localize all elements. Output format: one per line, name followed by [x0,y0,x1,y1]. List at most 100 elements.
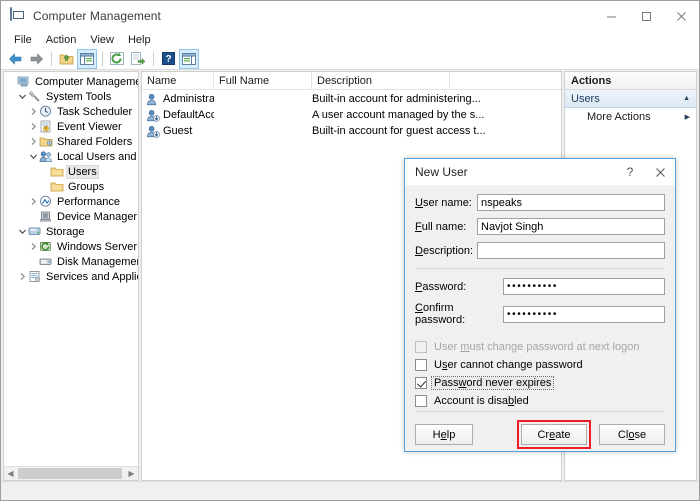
chevron-down-icon[interactable] [17,227,28,236]
scroll-left-arrow-icon[interactable]: ◀ [4,467,17,480]
dialog-close-icon[interactable] [645,159,675,185]
folder-icon [50,180,64,193]
chevron-right-icon[interactable] [28,242,39,251]
chevron-right-icon[interactable] [28,107,39,116]
checkbox-box[interactable] [415,359,427,371]
tree-item-label: Performance [56,196,121,208]
help-question-button[interactable]: ? [158,49,178,69]
tree-item-label: Groups [67,181,105,193]
tree-item-local-users-and-groups[interactable]: Local Users and Groups [4,149,138,164]
maximize-button[interactable] [629,1,664,31]
field-row-full-name: Full name: Navjot Singh [415,218,665,235]
table-row[interactable]: DefaultAcco...A user account managed by … [142,107,561,123]
chevron-up-icon[interactable]: ▲ [683,95,690,102]
tree-item-shared-folders[interactable]: Shared Folders [4,134,138,149]
close-button[interactable] [664,1,699,31]
tree-item-label: Event Viewer [56,121,123,133]
full-name-value: Navjot Singh [481,221,543,233]
console-tree[interactable]: Computer Management (LocalSystem ToolsTa… [4,72,138,466]
column-header-blank[interactable] [450,72,561,89]
confirm-password-input[interactable]: •••••••••• [503,306,665,323]
dialog-help-icon[interactable]: ? [615,159,645,185]
close-button[interactable]: Close [599,424,665,445]
scrollbar-thumb[interactable] [18,468,122,479]
tree-item-label: Device Manager [56,211,138,223]
checkbox-box[interactable] [415,377,427,389]
cell-description: Built-in account for guest access t... [312,125,490,137]
column-header-name[interactable]: Name [142,72,214,89]
menu-view[interactable]: View [83,33,121,47]
svg-text:?: ? [165,54,171,65]
tree-item-computer-management-local[interactable]: Computer Management (Local [4,74,138,89]
new-user-dialog: New User ? User name: nspeaks Full name:… [404,158,676,452]
checkbox-label: User cannot change password [432,359,585,371]
create-button-highlight: Create [517,420,591,449]
menu-help[interactable]: Help [121,33,158,47]
chevron-right-icon[interactable] [28,122,39,131]
up-one-level-button[interactable] [56,49,76,69]
help-button[interactable]: Help [415,424,473,445]
tree-item-storage[interactable]: Storage [4,224,138,239]
show-hide-console-tree-button[interactable] [77,49,97,69]
column-header-description[interactable]: Description [312,72,450,89]
description-input[interactable] [477,242,665,259]
refresh-button[interactable] [107,49,127,69]
dialog-title-bar: New User ? [405,159,675,185]
show-hide-action-pane-button[interactable] [179,49,199,69]
checkbox-password-never-expires[interactable]: Password never expires [415,375,665,391]
tree-item-system-tools[interactable]: System Tools [4,89,138,104]
chevron-right-icon[interactable] [17,272,28,281]
list-column-headers: Name Full Name Description [142,72,561,90]
tree-item-task-scheduler[interactable]: Task Scheduler [4,104,138,119]
column-header-full-name[interactable]: Full Name [214,72,312,89]
status-bar [1,481,699,500]
tree-horizontal-scrollbar[interactable]: ◀ ▶ [4,466,138,480]
dialog-footer: Help Create Close [415,411,665,457]
tree-item-event-viewer[interactable]: Event Viewer [4,119,138,134]
export-list-button[interactable] [128,49,148,69]
tree-item-users[interactable]: Users [4,164,138,179]
checkbox-box[interactable] [415,341,427,353]
back-button[interactable] [5,49,25,69]
actions-panel-title: Actions [565,72,696,90]
tree-item-services-and-applications[interactable]: Services and Applications [4,269,138,284]
create-button[interactable]: Create [521,424,587,445]
chevron-right-icon[interactable] [28,197,39,206]
action-more-actions[interactable]: More Actions ▶ [565,108,696,126]
checkbox-user-must-change-password[interactable]: User must change password at next logon [415,339,665,355]
menu-file[interactable]: File [7,33,39,47]
cell-name-label: Guest [163,125,192,137]
checkbox-user-cannot-change-password[interactable]: User cannot change password [415,357,665,373]
checkbox-account-is-disabled[interactable]: Account is disabled [415,393,665,409]
forward-button[interactable] [26,49,46,69]
checkbox-box[interactable] [415,395,427,407]
field-row-password: Password: •••••••••• [415,278,665,295]
user-disabled-icon [146,125,160,138]
tree-item-performance[interactable]: Performance [4,194,138,209]
scrollbar-track[interactable] [17,467,125,480]
device-manager-icon [39,210,53,223]
checkbox-label: Account is disabled [432,395,531,407]
tree-item-disk-management[interactable]: Disk Management [4,254,138,269]
actions-group-users[interactable]: Users ▲ [565,90,696,108]
tree-item-label: Computer Management (Local [34,76,138,88]
cell-name: Administrator [142,93,214,106]
minimize-button[interactable] [594,1,629,31]
dialog-separator-top [415,268,665,269]
scroll-right-arrow-icon[interactable]: ▶ [125,467,138,480]
chevron-down-icon[interactable] [28,152,39,161]
tree-item-windows-server-backup[interactable]: Windows Server Backup [4,239,138,254]
tree-item-groups[interactable]: Groups [4,179,138,194]
user-name-input[interactable]: nspeaks [477,194,665,211]
table-row[interactable]: Guest Built-in account for guest access t… [142,123,561,139]
field-row-description: Description: [415,242,665,259]
password-input[interactable]: •••••••••• [503,278,665,295]
table-row[interactable]: AdministratorBuilt-in account for admini… [142,91,561,107]
window-title-bar: Computer Management [1,1,699,31]
chevron-right-icon[interactable] [28,137,39,146]
tree-item-device-manager[interactable]: Device Manager [4,209,138,224]
chevron-down-icon[interactable] [17,92,28,101]
menu-action[interactable]: Action [39,33,84,47]
full-name-input[interactable]: Navjot Singh [477,218,665,235]
label-password: Password: [415,281,503,293]
